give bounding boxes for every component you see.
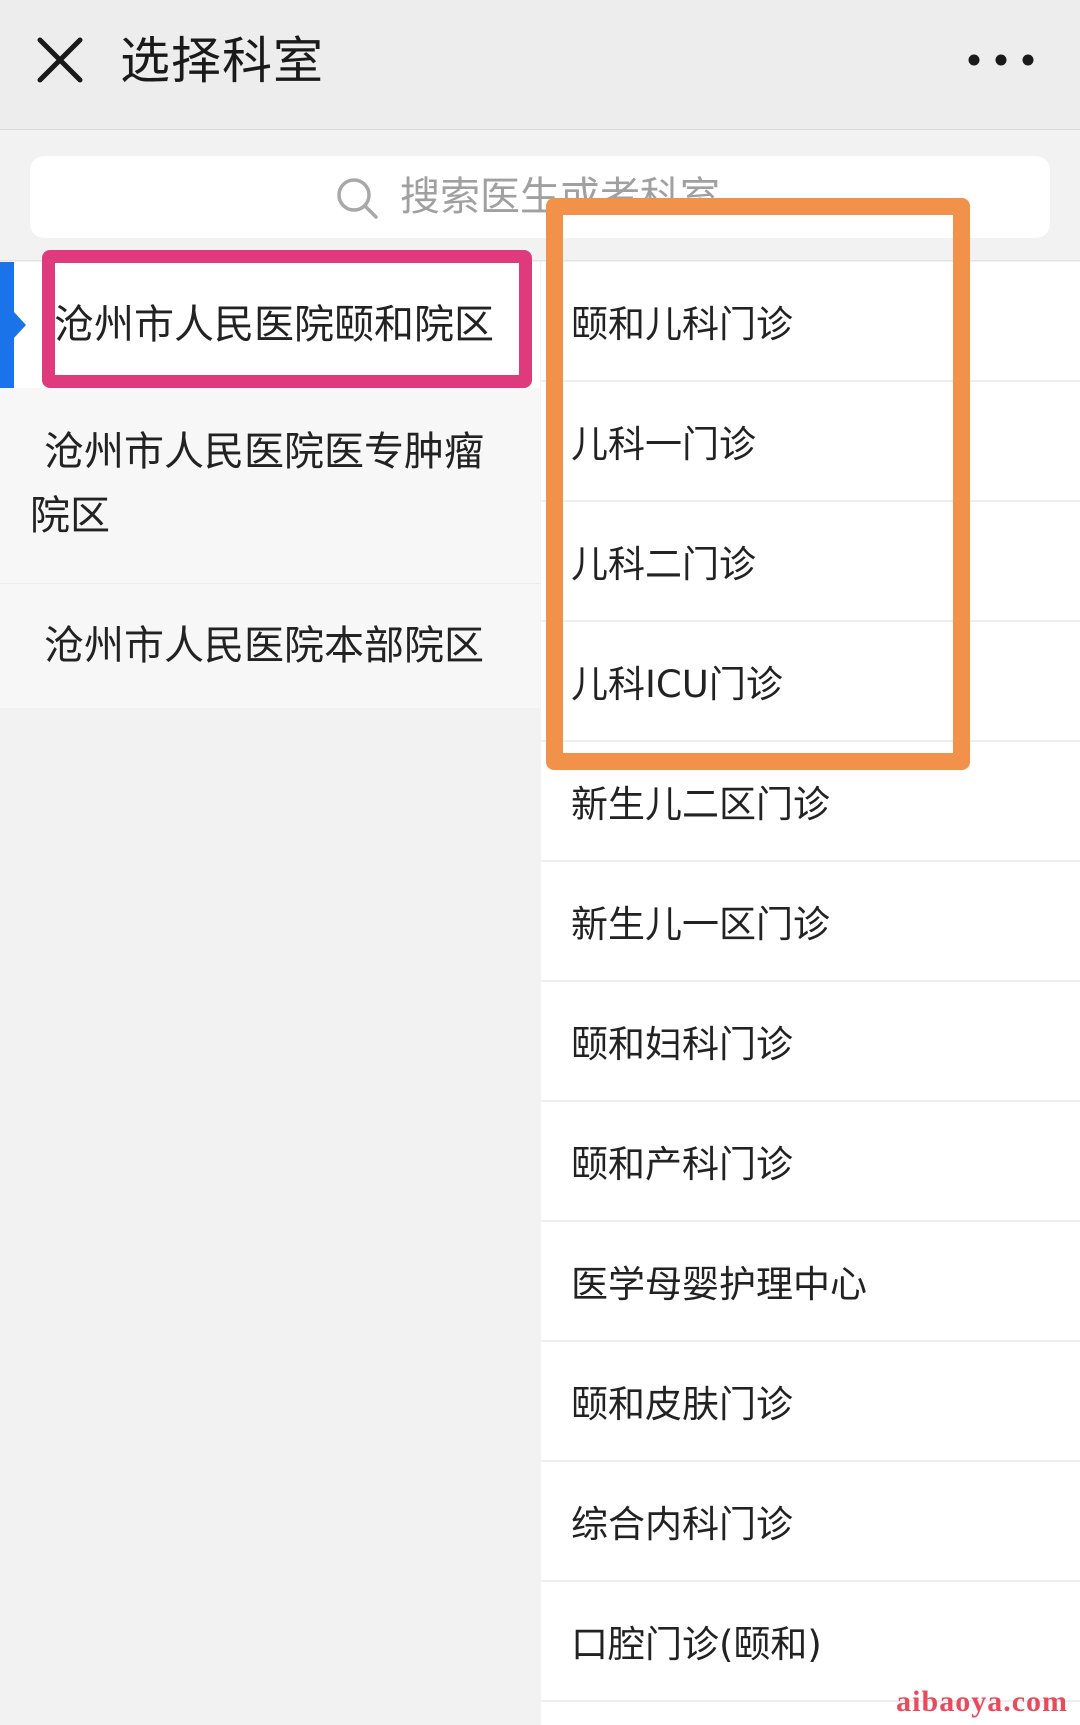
department-label: 颐和妇科门诊 (571, 1023, 793, 1066)
campus-label: 沧州市人民医院医专肿瘤院区 (30, 429, 484, 539)
watermark: aibaoya.com (896, 1685, 1068, 1718)
campus-label: 沧州市人民医院颐和院区 (54, 302, 494, 348)
department-item[interactable]: 儿科二门诊 (541, 502, 1080, 622)
more-icon (968, 54, 1034, 66)
department-label: 口腔门诊(颐和) (571, 1623, 822, 1666)
more-button[interactable] (966, 40, 1036, 80)
department-item[interactable]: 颐和儿科门诊 (541, 262, 1080, 382)
department-label: 颐和儿科门诊 (571, 303, 793, 346)
campus-item-yizhuan[interactable]: 沧州市人民医院医专肿瘤院区 (0, 388, 540, 584)
department-item[interactable]: 医学母婴护理中心 (541, 1222, 1080, 1342)
department-item[interactable]: 颐和产科门诊 (541, 1102, 1080, 1222)
department-item[interactable]: 新生儿二区门诊 (541, 742, 1080, 862)
department-label: 医学母婴护理中心 (571, 1263, 867, 1306)
department-item[interactable]: 儿科一门诊 (541, 382, 1080, 502)
department-item[interactable]: 新生儿一区门诊 (541, 862, 1080, 982)
search-area (0, 131, 1080, 261)
department-label: 综合内科门诊 (571, 1503, 793, 1546)
department-item[interactable]: 口腔门诊(颐和) (541, 1582, 1080, 1702)
department-label: 颐和产科门诊 (571, 1143, 793, 1186)
department-list: 颐和儿科门诊 儿科一门诊 儿科二门诊 儿科ICU门诊 新生儿二区门诊 新生儿一区… (541, 262, 1080, 1725)
department-label: 儿科一门诊 (571, 423, 756, 466)
close-button[interactable] (28, 28, 92, 92)
department-item[interactable]: 儿科ICU门诊 (541, 622, 1080, 742)
campus-item-benbu[interactable]: 沧州市人民医院本部院区 (0, 584, 540, 708)
department-item[interactable]: 综合内科门诊 (541, 1462, 1080, 1582)
department-label: 颐和皮肤门诊 (571, 1383, 793, 1426)
department-item[interactable]: 颐和妇科门诊 (541, 982, 1080, 1102)
top-bar: 选择科室 (0, 0, 1080, 130)
search-icon (337, 178, 378, 219)
campus-list: 沧州市人民医院颐和院区 沧州市人民医院医专肿瘤院区 沧州市人民医院本部院区 (0, 262, 540, 1725)
campus-label: 沧州市人民医院本部院区 (44, 623, 484, 669)
department-item[interactable]: 颐和皮肤门诊 (541, 1342, 1080, 1462)
selected-indicator (0, 262, 14, 388)
selected-arrow-icon (14, 312, 26, 338)
campus-item-yihe[interactable]: 沧州市人民医院颐和院区 (0, 262, 540, 388)
department-label: 新生儿二区门诊 (571, 783, 830, 826)
page-title: 选择科室 (120, 32, 324, 90)
search-box[interactable] (30, 156, 1050, 238)
department-label: 新生儿一区门诊 (571, 903, 830, 946)
department-label: 儿科二门诊 (571, 543, 756, 586)
department-label: 儿科ICU门诊 (571, 663, 783, 706)
close-icon (37, 37, 83, 83)
search-input[interactable] (400, 164, 1020, 230)
